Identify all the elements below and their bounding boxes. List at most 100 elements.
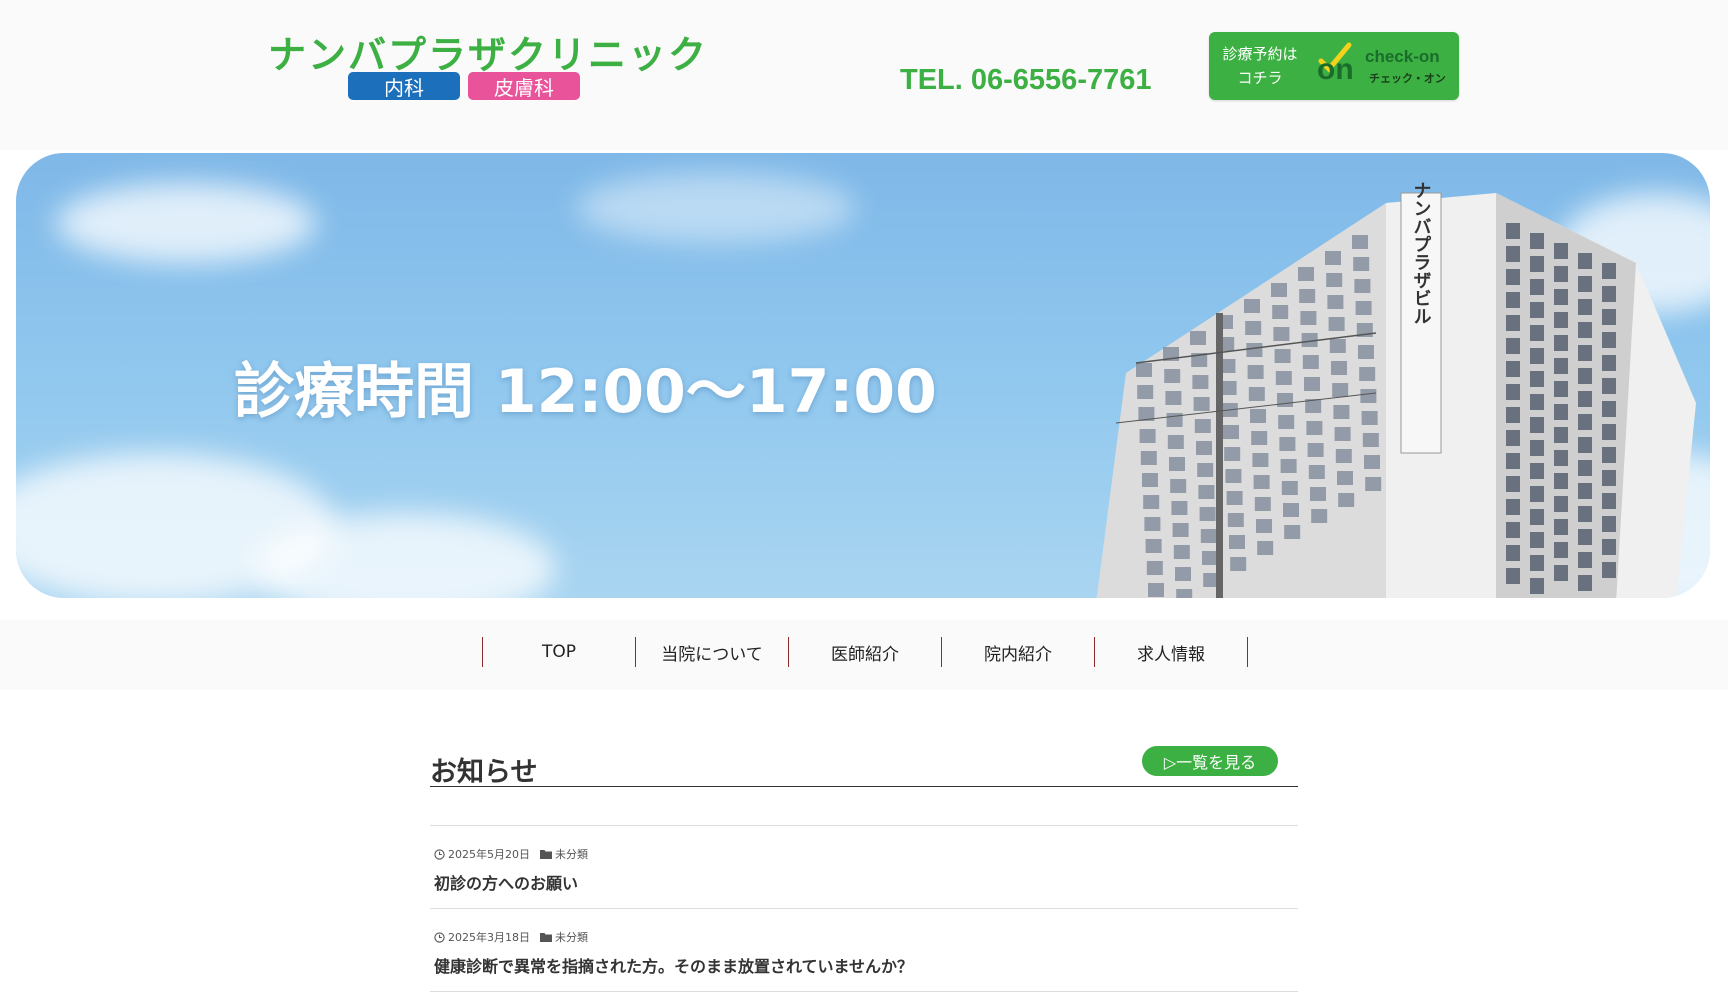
- window: [1554, 404, 1568, 420]
- cloud-shape: [576, 173, 856, 243]
- window: [1530, 463, 1544, 479]
- window: [1554, 473, 1568, 489]
- window: [1332, 383, 1349, 397]
- window: [1136, 363, 1152, 377]
- window: [1229, 535, 1245, 549]
- window: [1530, 394, 1544, 410]
- window: [1253, 475, 1270, 489]
- news-item-title[interactable]: 初診の方へのお願い: [434, 870, 578, 894]
- phone-number[interactable]: TEL. 06-6556-7761: [900, 64, 1151, 97]
- nav-item-recruit[interactable]: 求人情報: [1095, 637, 1248, 667]
- nav-list: TOP 当院について 医師紹介 院内紹介 求人情報: [482, 637, 1248, 667]
- window: [1506, 545, 1520, 561]
- window: [1602, 470, 1616, 486]
- window: [1578, 483, 1592, 499]
- window: [1272, 305, 1289, 319]
- window: [1506, 568, 1520, 584]
- news-item[interactable]: 2025年5月20日 未分類 初診の方へのお願い: [430, 826, 1298, 909]
- window: [1554, 427, 1568, 443]
- reservation-label-text: 診療予約は コチラ: [1222, 45, 1298, 87]
- window: [1602, 263, 1616, 279]
- window: [1254, 497, 1271, 511]
- window: [1325, 251, 1341, 265]
- news-item[interactable]: 2025年3月18日 未分類 健康診断で異常を指摘された方。そのまま放置されてい…: [430, 909, 1298, 992]
- window: [1137, 385, 1154, 399]
- window: [1530, 302, 1544, 318]
- window: [1308, 465, 1325, 479]
- hero-banner: 診療時間 12:00～17:00 ナンバプラザビル: [16, 153, 1710, 598]
- window: [1284, 525, 1301, 539]
- news-category-label[interactable]: 未分類: [555, 846, 588, 862]
- clinic-name: ナンバプラザクリニック: [268, 33, 709, 77]
- window: [1578, 253, 1592, 269]
- window: [1165, 391, 1182, 405]
- window: [1256, 519, 1272, 533]
- news-list: 2025年5月20日 未分類 初診の方へのお願い 2025年3月18日 未分類 …: [430, 825, 1298, 992]
- window: [1530, 486, 1544, 502]
- window: [1194, 419, 1211, 433]
- window: [1506, 453, 1520, 469]
- window: [1506, 246, 1520, 262]
- window: [1360, 389, 1377, 403]
- window: [1554, 496, 1568, 512]
- window: [1250, 409, 1266, 423]
- window: [1190, 331, 1206, 345]
- news-category-label[interactable]: 未分類: [555, 929, 588, 945]
- window: [1578, 506, 1592, 522]
- building-image: ナンバプラザビル: [1096, 181, 1696, 598]
- reservation-button[interactable]: 診療予約は コチラ on check-on チェック・オン: [1209, 32, 1459, 100]
- window: [1506, 499, 1520, 515]
- window: [1578, 460, 1592, 476]
- window: [1169, 457, 1185, 471]
- window: [1302, 355, 1319, 369]
- window: [1298, 267, 1314, 281]
- window: [1506, 292, 1520, 308]
- window: [1198, 485, 1215, 499]
- window: [1602, 286, 1616, 302]
- window: [1554, 542, 1568, 558]
- window: [1506, 522, 1520, 538]
- view-all-button[interactable]: ▷一覧を見る: [1142, 746, 1278, 776]
- window: [1246, 343, 1263, 357]
- window: [1143, 495, 1160, 509]
- window: [1196, 441, 1212, 455]
- hero-consultation-hours: 診療時間 12:00～17:00: [234, 357, 937, 427]
- check-on-kana: チェック・オン: [1369, 72, 1446, 85]
- news-item-title[interactable]: 健康診断で異常を指摘された方。そのまま放置されていませんか？: [434, 953, 913, 977]
- on-mark: on: [1317, 53, 1354, 83]
- window: [1530, 532, 1544, 548]
- window: [1200, 529, 1217, 543]
- window: [1304, 377, 1320, 391]
- window: [1602, 401, 1616, 417]
- window: [1193, 397, 1210, 411]
- window: [1530, 555, 1544, 571]
- nav-item-facility[interactable]: 院内紹介: [942, 637, 1095, 667]
- window: [1226, 491, 1243, 505]
- window: [1530, 279, 1544, 295]
- nav-item-about[interactable]: 当院について: [636, 637, 789, 667]
- news-category: 未分類: [540, 846, 588, 862]
- window: [1273, 327, 1290, 341]
- nav-item-doctors[interactable]: 医師紹介: [789, 637, 942, 667]
- news-category: 未分類: [540, 929, 588, 945]
- nav-item-top[interactable]: TOP: [483, 637, 636, 667]
- window: [1275, 371, 1292, 385]
- clinic-logo[interactable]: ナンバプラザクリニック 内科 皮膚科: [268, 24, 706, 102]
- news-date: 2025年3月18日: [448, 931, 530, 944]
- window: [1602, 424, 1616, 440]
- news-date: 2025年5月20日: [448, 848, 530, 861]
- window: [1142, 473, 1158, 487]
- window: [1202, 551, 1218, 565]
- badge-internal-medicine: 内科: [348, 72, 460, 100]
- news-meta: 2025年5月20日 未分類: [434, 846, 588, 862]
- window: [1578, 414, 1592, 430]
- window: [1578, 299, 1592, 315]
- window: [1506, 338, 1520, 354]
- window: [1530, 509, 1544, 525]
- window: [1353, 257, 1370, 271]
- window: [1271, 283, 1287, 297]
- window: [1252, 453, 1269, 467]
- window: [1578, 575, 1592, 591]
- window: [1578, 276, 1592, 292]
- site-header: ナンバプラザクリニック 内科 皮膚科 TEL. 06-6556-7761 診療予…: [0, 0, 1728, 150]
